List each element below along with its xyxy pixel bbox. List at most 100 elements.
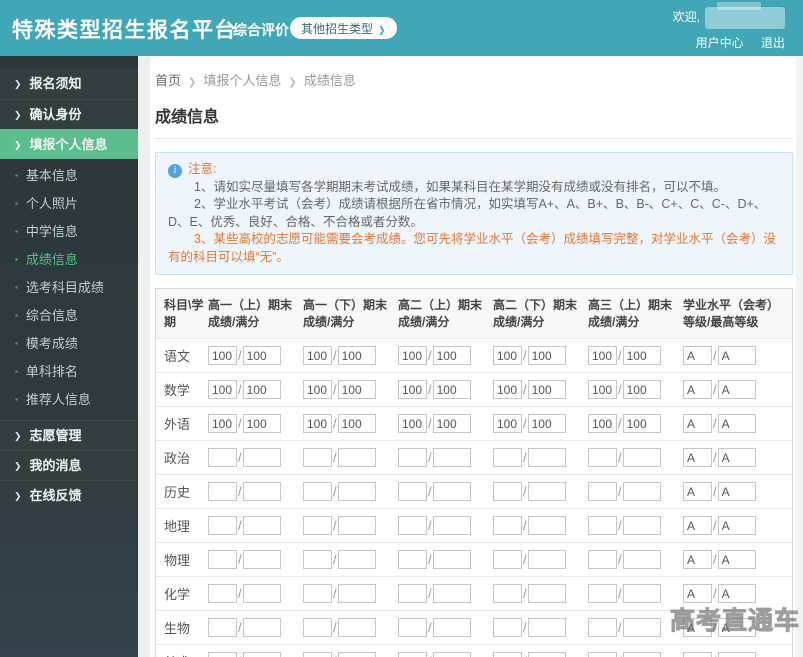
score-input-math-sem5[interactable] bbox=[588, 380, 617, 399]
fullscore-input-art-sem4[interactable] bbox=[527, 652, 566, 657]
grade-input-math[interactable] bbox=[683, 380, 712, 399]
score-input-art-sem1[interactable] bbox=[208, 652, 237, 657]
score-input-foreign-language-sem5[interactable] bbox=[588, 414, 617, 433]
score-input-politics-sem3[interactable] bbox=[398, 448, 427, 467]
max-grade-input-politics[interactable] bbox=[717, 448, 756, 467]
fullscore-input-math-sem2[interactable] bbox=[337, 380, 376, 399]
score-input-geography-sem4[interactable] bbox=[493, 516, 522, 535]
sidebar-item-registration-notice[interactable]: ❯ 报名须知 bbox=[0, 69, 138, 99]
fullscore-input-art-sem3[interactable] bbox=[432, 652, 471, 657]
sidebar-item-confirm-identity[interactable]: ❯ 确认身份 bbox=[0, 99, 138, 129]
fullscore-input-chemistry-sem3[interactable] bbox=[432, 584, 471, 603]
sidebar-item-recommender-info[interactable]: ▪ 推荐人信息 bbox=[0, 386, 138, 414]
fullscore-input-art-sem5[interactable] bbox=[622, 652, 661, 657]
fullscore-input-biology-sem3[interactable] bbox=[432, 618, 471, 637]
fullscore-input-politics-sem2[interactable] bbox=[337, 448, 376, 467]
fullscore-input-chinese-sem1[interactable] bbox=[242, 346, 281, 365]
grade-input-history[interactable] bbox=[683, 482, 712, 501]
grade-input-physics[interactable] bbox=[683, 550, 712, 569]
fullscore-input-politics-sem4[interactable] bbox=[527, 448, 566, 467]
score-input-foreign-language-sem3[interactable] bbox=[398, 414, 427, 433]
fullscore-input-chemistry-sem2[interactable] bbox=[337, 584, 376, 603]
score-input-geography-sem2[interactable] bbox=[303, 516, 332, 535]
fullscore-input-geography-sem3[interactable] bbox=[432, 516, 471, 535]
fullscore-input-politics-sem1[interactable] bbox=[242, 448, 281, 467]
max-grade-input-history[interactable] bbox=[717, 482, 756, 501]
max-grade-input-geography[interactable] bbox=[717, 516, 756, 535]
grade-input-foreign-language[interactable] bbox=[683, 414, 712, 433]
fullscore-input-chemistry-sem4[interactable] bbox=[527, 584, 566, 603]
score-input-chemistry-sem3[interactable] bbox=[398, 584, 427, 603]
fullscore-input-foreign-language-sem5[interactable] bbox=[622, 414, 661, 433]
sidebar-item-subject-ranking[interactable]: ▪ 单科排名 bbox=[0, 358, 138, 386]
max-grade-input-chemistry[interactable] bbox=[717, 584, 756, 603]
score-input-biology-sem1[interactable] bbox=[208, 618, 237, 637]
grade-input-geography[interactable] bbox=[683, 516, 712, 535]
max-grade-input-biology[interactable] bbox=[717, 618, 756, 637]
score-input-history-sem5[interactable] bbox=[588, 482, 617, 501]
fullscore-input-chemistry-sem5[interactable] bbox=[622, 584, 661, 603]
score-input-chinese-sem4[interactable] bbox=[493, 346, 522, 365]
grade-input-politics[interactable] bbox=[683, 448, 712, 467]
score-input-biology-sem4[interactable] bbox=[493, 618, 522, 637]
score-input-foreign-language-sem1[interactable] bbox=[208, 414, 237, 433]
fullscore-input-geography-sem4[interactable] bbox=[527, 516, 566, 535]
breadcrumb-item[interactable]: 填报个人信息 bbox=[203, 73, 281, 88]
fullscore-input-art-sem1[interactable] bbox=[242, 652, 281, 657]
fullscore-input-foreign-language-sem2[interactable] bbox=[337, 414, 376, 433]
score-input-geography-sem3[interactable] bbox=[398, 516, 427, 535]
score-input-math-sem1[interactable] bbox=[208, 380, 237, 399]
sidebar-item-elective-subject-scores[interactable]: ▪ 选考科目成绩 bbox=[0, 274, 138, 302]
score-input-physics-sem3[interactable] bbox=[398, 550, 427, 569]
fullscore-input-foreign-language-sem3[interactable] bbox=[432, 414, 471, 433]
sidebar-item-school-info[interactable]: ▪ 中学信息 bbox=[0, 218, 138, 246]
score-input-history-sem2[interactable] bbox=[303, 482, 332, 501]
other-enroll-types-button[interactable]: 其他招生类型 ❯ bbox=[290, 17, 397, 39]
sidebar-item-mock-exam-scores[interactable]: ▪ 模考成绩 bbox=[0, 330, 138, 358]
score-input-politics-sem5[interactable] bbox=[588, 448, 617, 467]
sidebar-item-personal-photo[interactable]: ▪ 个人照片 bbox=[0, 190, 138, 218]
score-input-foreign-language-sem4[interactable] bbox=[493, 414, 522, 433]
score-input-chemistry-sem2[interactable] bbox=[303, 584, 332, 603]
grade-input-art[interactable] bbox=[683, 652, 712, 657]
score-input-art-sem5[interactable] bbox=[588, 652, 617, 657]
fullscore-input-history-sem4[interactable] bbox=[527, 482, 566, 501]
breadcrumb-item[interactable]: 首页 bbox=[155, 73, 181, 88]
fullscore-input-history-sem1[interactable] bbox=[242, 482, 281, 501]
sidebar-item-my-messages[interactable]: ❯ 我的消息 bbox=[0, 450, 138, 480]
fullscore-input-physics-sem3[interactable] bbox=[432, 550, 471, 569]
fullscore-input-math-sem1[interactable] bbox=[242, 380, 281, 399]
max-grade-input-art[interactable] bbox=[717, 652, 756, 657]
fullscore-input-geography-sem2[interactable] bbox=[337, 516, 376, 535]
fullscore-input-foreign-language-sem1[interactable] bbox=[242, 414, 281, 433]
sidebar-item-application-management[interactable]: ❯ 志愿管理 bbox=[0, 420, 138, 450]
max-grade-input-chinese[interactable] bbox=[717, 346, 756, 365]
fullscore-input-biology-sem1[interactable] bbox=[242, 618, 281, 637]
score-input-chinese-sem3[interactable] bbox=[398, 346, 427, 365]
grade-input-biology[interactable] bbox=[683, 618, 712, 637]
fullscore-input-math-sem4[interactable] bbox=[527, 380, 566, 399]
fullscore-input-biology-sem4[interactable] bbox=[527, 618, 566, 637]
fullscore-input-geography-sem5[interactable] bbox=[622, 516, 661, 535]
grade-input-chinese[interactable] bbox=[683, 346, 712, 365]
score-input-chinese-sem2[interactable] bbox=[303, 346, 332, 365]
fullscore-input-chinese-sem3[interactable] bbox=[432, 346, 471, 365]
score-input-foreign-language-sem2[interactable] bbox=[303, 414, 332, 433]
fullscore-input-foreign-language-sem4[interactable] bbox=[527, 414, 566, 433]
fullscore-input-geography-sem1[interactable] bbox=[242, 516, 281, 535]
fullscore-input-art-sem2[interactable] bbox=[337, 652, 376, 657]
score-input-politics-sem1[interactable] bbox=[208, 448, 237, 467]
fullscore-input-history-sem5[interactable] bbox=[622, 482, 661, 501]
fullscore-input-physics-sem4[interactable] bbox=[527, 550, 566, 569]
max-grade-input-math[interactable] bbox=[717, 380, 756, 399]
sidebar-item-comprehensive-info[interactable]: ▪ 综合信息 bbox=[0, 302, 138, 330]
score-input-art-sem2[interactable] bbox=[303, 652, 332, 657]
fullscore-input-physics-sem2[interactable] bbox=[337, 550, 376, 569]
fullscore-input-physics-sem5[interactable] bbox=[622, 550, 661, 569]
fullscore-input-physics-sem1[interactable] bbox=[242, 550, 281, 569]
fullscore-input-chinese-sem2[interactable] bbox=[337, 346, 376, 365]
sidebar-item-online-feedback[interactable]: ❯ 在线反馈 bbox=[0, 480, 138, 510]
grade-input-chemistry[interactable] bbox=[683, 584, 712, 603]
max-grade-input-physics[interactable] bbox=[717, 550, 756, 569]
logout-link[interactable]: 退出 bbox=[761, 36, 785, 50]
